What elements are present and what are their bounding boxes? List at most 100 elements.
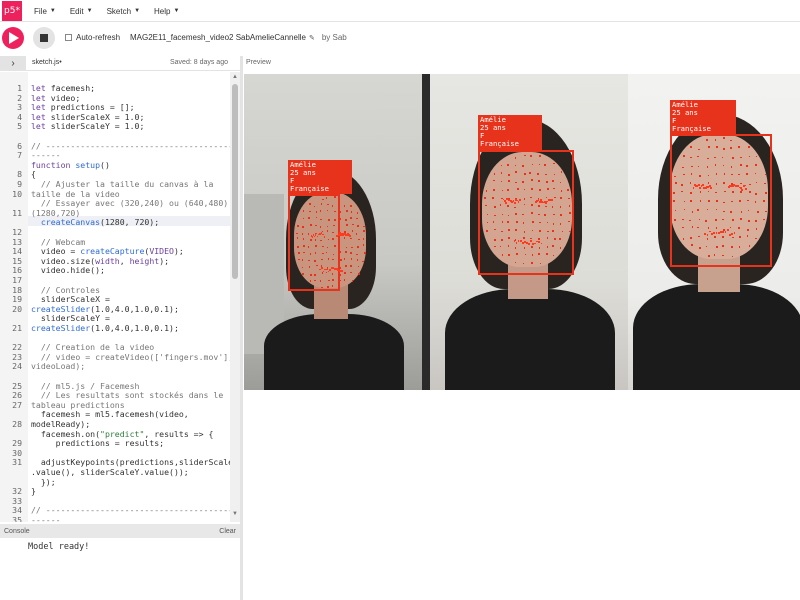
keypoint-dot <box>552 223 555 225</box>
keypoint-dot <box>323 235 326 238</box>
keypoint-dot <box>339 251 341 253</box>
code-line[interactable]: // -------------------------------------… <box>31 141 233 152</box>
keypoint-dot <box>484 197 486 199</box>
keypoint-dot <box>339 274 341 276</box>
code-line[interactable]: createCanvas(1280, 720); <box>31 218 159 228</box>
code-line[interactable]: videoLoad); <box>31 362 85 372</box>
keypoint-dot <box>683 155 685 157</box>
scroll-up-icon[interactable]: ▲ <box>232 74 238 80</box>
editor-scrollbar-thumb[interactable] <box>232 84 238 279</box>
file-tab-label: sketch.js <box>32 59 60 66</box>
code-line[interactable]: } <box>31 486 36 497</box>
code-line[interactable]: let sliderScaleY = 1.0; <box>31 122 144 132</box>
keypoint-dot <box>714 164 717 167</box>
unsaved-dot-icon: • <box>59 59 62 66</box>
face-bounding-box <box>288 194 340 291</box>
keypoint-dot <box>296 237 299 239</box>
keypoint-dot <box>338 287 341 290</box>
keypoint-dot <box>298 252 300 254</box>
keypoint-dot <box>349 252 352 254</box>
keypoint-dot <box>523 197 526 200</box>
keypoint-dot <box>699 175 701 177</box>
keypoint-dot <box>339 279 341 282</box>
code-editor[interactable]: 1 2 3 4 5 6 7 8 9 10 11 12 13 14 15 16 17 18 19 20 21 22 23 24 2… <box>0 72 240 522</box>
autorefresh-checkbox[interactable] <box>65 34 72 41</box>
keypoint-dot <box>499 204 502 206</box>
pencil-icon[interactable]: ✎ <box>309 34 315 42</box>
keypoint-dot <box>546 221 549 224</box>
keypoint-dot <box>748 245 751 247</box>
keypoint-dot <box>308 259 310 262</box>
code-line[interactable]: createSlider(1.0,4.0,1.0,0.1); <box>31 323 179 334</box>
menu-sketch[interactable]: Sketch ▼ <box>107 7 140 16</box>
keypoint-dot <box>350 265 352 267</box>
keypoint-dot <box>362 244 365 246</box>
sketch-owner[interactable]: by Sab <box>322 33 347 42</box>
code-line[interactable]: ------ <box>31 515 61 522</box>
face-bounding-box <box>478 150 574 275</box>
keypoint-dot <box>568 230 571 233</box>
keypoint-dot <box>553 213 555 216</box>
menu-edit[interactable]: Edit ▼ <box>70 7 93 16</box>
keypoint-dot <box>343 257 346 260</box>
keypoint-dot <box>722 164 725 167</box>
keypoint-dot <box>517 188 519 190</box>
keypoint-dot <box>560 197 562 199</box>
code-line[interactable]: predictions = results; <box>31 438 164 449</box>
keypoint-dot <box>683 208 686 211</box>
keypoint-dot <box>355 217 358 220</box>
pane-divider[interactable] <box>240 56 243 600</box>
sketch-name-text: MAG2E11_facemesh_video2 SabAmelieCannell… <box>130 33 306 42</box>
file-tab[interactable]: sketch.js• <box>32 59 62 66</box>
keypoint-dot <box>332 279 334 281</box>
keypoint-dot <box>501 254 504 256</box>
keypoint-dot <box>332 231 334 234</box>
keypoint-dot <box>681 166 684 169</box>
code-line[interactable]: function setup() <box>31 160 110 171</box>
keypoint-dot <box>682 238 685 240</box>
menu-file[interactable]: File ▼ <box>34 7 56 16</box>
stop-button[interactable] <box>33 27 55 49</box>
keypoint-dot <box>531 229 534 232</box>
code-line[interactable]: video.hide(); <box>31 266 105 276</box>
menu-help[interactable]: Help ▼ <box>154 7 179 16</box>
keypoint-dot <box>333 224 335 227</box>
keypoint-dot <box>301 259 304 262</box>
keypoint-dot <box>723 210 725 213</box>
keypoint-dot <box>338 203 340 206</box>
console-message: Model ready! <box>28 542 90 552</box>
keypoint-dot <box>713 254 716 256</box>
keypoint-dot <box>539 230 541 232</box>
keypoint-dot <box>515 241 518 244</box>
keypoint-dot <box>708 199 710 202</box>
video-panel-2: Amélie 25 ans F Française <box>430 74 628 390</box>
keypoint-dot <box>673 192 676 194</box>
keypoint-dot <box>302 210 305 212</box>
keypoint-dot <box>537 205 540 207</box>
keypoint-dot <box>315 245 317 247</box>
code-line[interactable]: // -------------------------------------… <box>31 506 233 516</box>
top-nav: p5* File ▼ Edit ▼ Sketch ▼ Help ▼ <box>0 0 800 22</box>
keypoint-dot <box>321 258 323 261</box>
expand-files-button[interactable]: › <box>0 56 26 70</box>
keypoint-dot <box>714 139 717 141</box>
keypoint-dot <box>327 219 330 221</box>
keypoint-dot <box>320 203 323 205</box>
keypoint-dot <box>746 164 748 167</box>
keypoint-dot <box>528 242 530 245</box>
autorefresh-toggle[interactable]: Auto-refresh <box>65 33 120 42</box>
keypoint-dot <box>331 285 334 287</box>
console-clear-button[interactable]: Clear <box>219 528 236 535</box>
keypoint-dot <box>748 183 751 186</box>
p5-logo[interactable]: p5* <box>2 1 22 21</box>
keypoint-dot <box>319 210 322 212</box>
keypoint-dot <box>690 200 693 203</box>
scroll-down-icon[interactable]: ▼ <box>232 511 238 517</box>
keypoint-dot <box>338 197 341 200</box>
keypoint-dot <box>708 146 710 148</box>
keypoint-dot <box>705 245 708 248</box>
keypoint-dot <box>540 242 543 245</box>
play-button[interactable] <box>2 27 24 49</box>
keypoint-dot <box>338 245 341 248</box>
keypoint-dot <box>302 238 305 240</box>
